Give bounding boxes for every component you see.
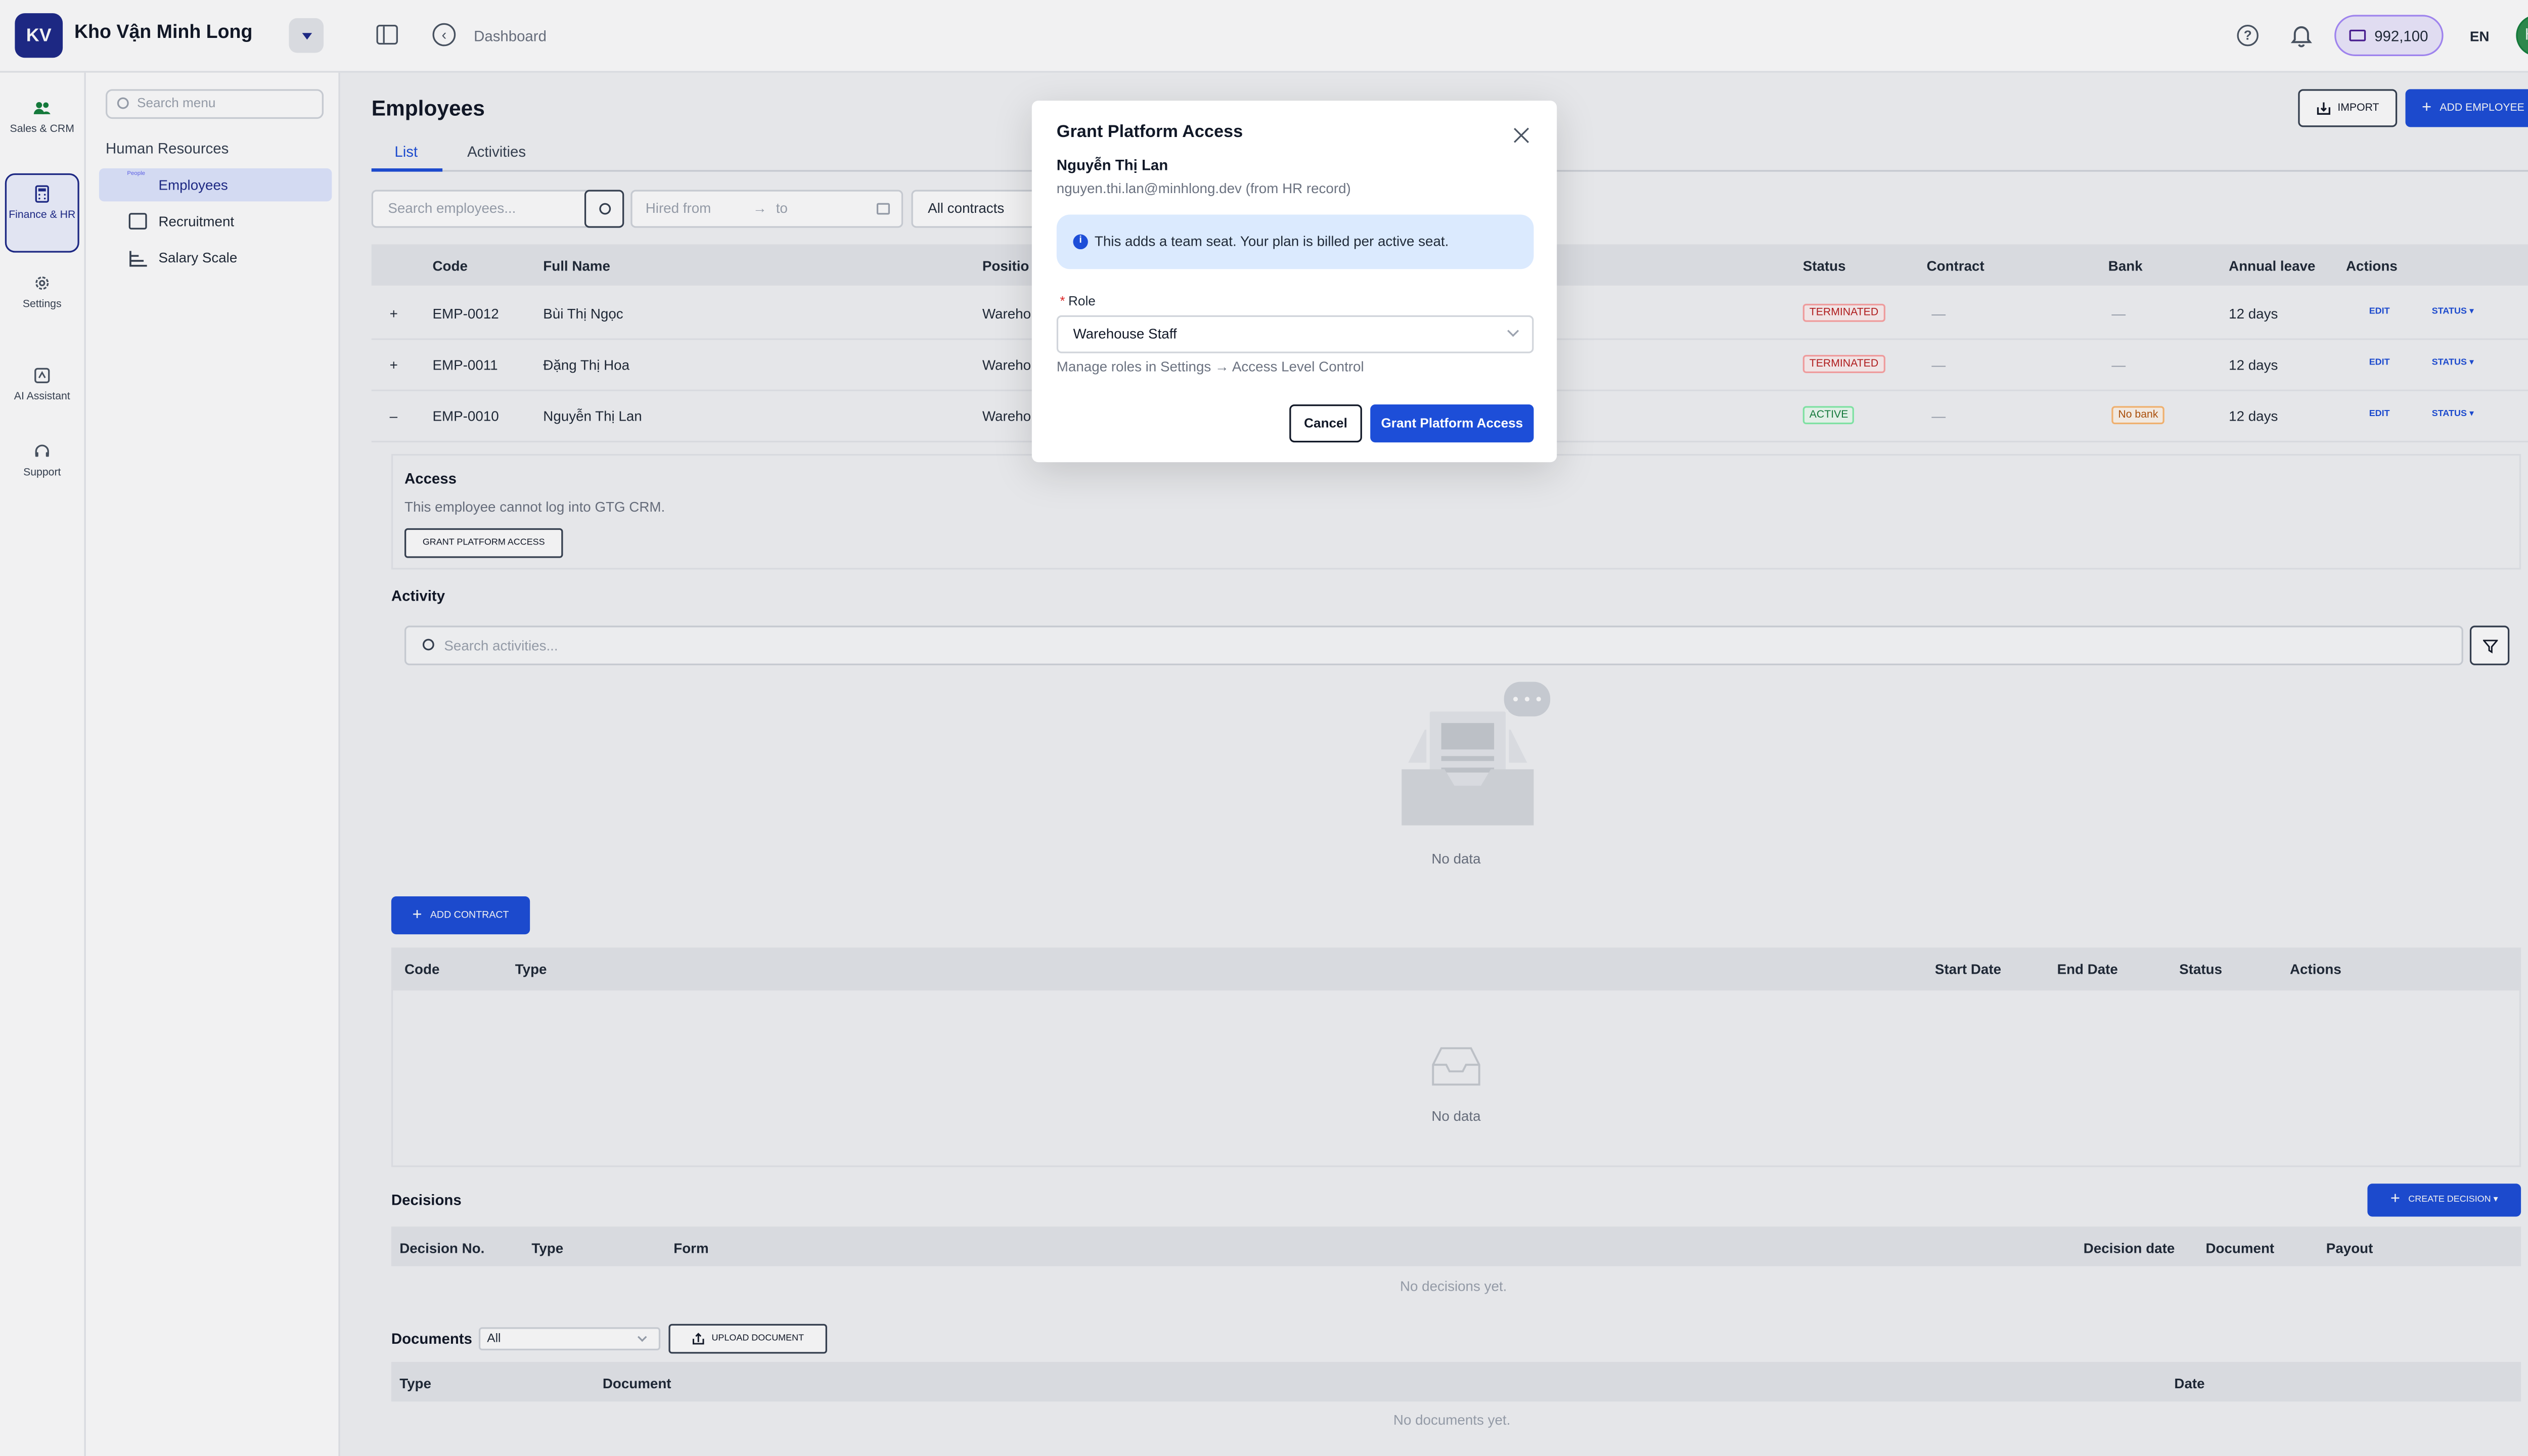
role-hint: Manage roles in Settings → Access Level … (1056, 358, 1364, 375)
role-select-value: Warehouse Staff (1073, 325, 1177, 342)
role-label: * Role (1060, 294, 1095, 308)
grant-access-button[interactable]: Grant Platform Access (1370, 404, 1534, 443)
seat-info-text: This adds a team seat. Your plan is bill… (1094, 233, 1449, 250)
role-label-text: Role (1068, 294, 1096, 309)
dialog-title: Grant Platform Access (1056, 122, 1243, 142)
role-select[interactable]: Warehouse Staff (1056, 315, 1534, 353)
grant-access-dialog: Grant Platform Access Nguyễn Thị Lan ngu… (1031, 101, 1557, 463)
required-marker: * (1060, 294, 1065, 309)
app-root: KV Kho Vận Minh Long ‹ Dashboard ? 992,1… (0, 0, 2528, 1456)
dialog-employee-email: nguyen.thi.lan@minhlong.dev (from HR rec… (1056, 179, 1351, 197)
close-icon[interactable] (1512, 127, 1529, 144)
info-icon: i (1073, 234, 1088, 250)
dialog-employee-name: Nguyễn Thị Lan (1056, 157, 1168, 173)
cancel-button[interactable]: Cancel (1289, 404, 1362, 443)
chevron-down-icon (1507, 325, 1519, 337)
seat-info-banner: i This adds a team seat. Your plan is bi… (1056, 214, 1534, 269)
